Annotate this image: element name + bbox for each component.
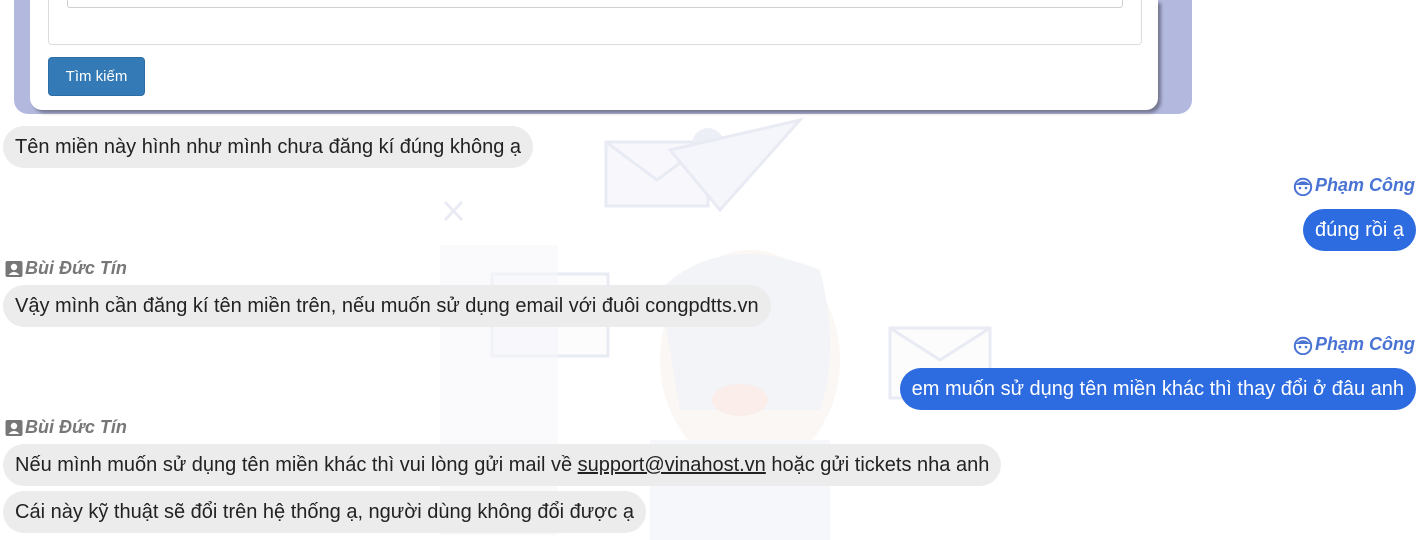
sender-name-bui-duc-tin: Bùi Đức Tín [5, 258, 127, 279]
contact-card-icon [5, 260, 23, 277]
chat-thread: Tên miền này hình như mình chưa đăng kí … [0, 0, 1420, 540]
message-text: đúng rồi ạ [1315, 219, 1404, 241]
sender-name-pham-cong: Phạm Công [1293, 334, 1415, 355]
message-bubble-incoming: Nếu mình muốn sử dụng tên miền khác thì … [3, 444, 1002, 486]
contact-card-icon [5, 419, 23, 436]
message-text: em muốn sử dụng tên miền khác thì thay đ… [911, 378, 1404, 400]
sender-name-pham-cong: Phạm Công [1293, 175, 1415, 196]
support-email-link[interactable]: support@vinahost.vn [578, 454, 766, 476]
message-bubble-outgoing: em muốn sử dụng tên miền khác thì thay đ… [899, 368, 1416, 410]
user-face-icon [1293, 336, 1313, 355]
message-text: Tên miền này hình như mình chưa đăng kí … [15, 136, 521, 158]
message-bubble-incoming: Cái này kỹ thuật sẽ đổi trên hệ thống ạ,… [3, 491, 646, 533]
sender-name-bui-duc-tin: Bùi Đức Tín [5, 417, 127, 438]
user-face-icon [1293, 177, 1313, 196]
message-bubble-outgoing: đúng rồi ạ [1303, 209, 1416, 251]
message-text: Vậy mình cần đăng kí tên miền trên, nếu … [15, 295, 759, 317]
message-bubble-incoming: Tên miền này hình như mình chưa đăng kí … [3, 126, 533, 168]
message-bubble-incoming: Vậy mình cần đăng kí tên miền trên, nếu … [3, 285, 771, 327]
message-text: Cái này kỹ thuật sẽ đổi trên hệ thống ạ,… [15, 501, 634, 523]
